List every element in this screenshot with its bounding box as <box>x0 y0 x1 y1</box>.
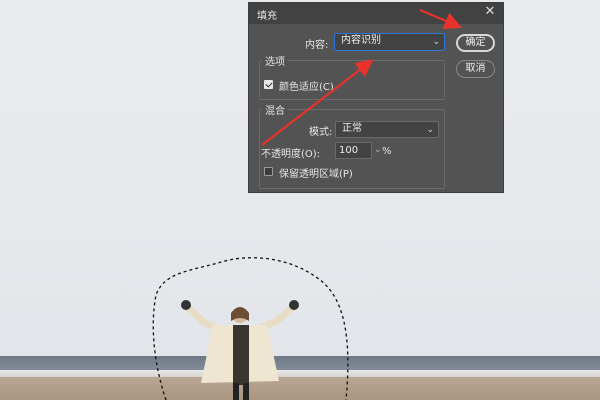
color-adapt-label[interactable]: 颜色适应(C) <box>279 78 334 93</box>
content-select-value: 内容识别 <box>341 35 381 46</box>
fill-dialog: 填充 ✕ 内容: 内容识别 ⌄ 选项 颜色适应(C) 混合 模式: 正常 ⌄ 不… <box>248 2 504 193</box>
ok-button[interactable]: 确定 <box>456 34 495 52</box>
mode-select[interactable]: 正常 ⌄ <box>335 121 439 138</box>
opacity-label: 不透明度(O): <box>261 149 321 160</box>
chevron-down-icon: ⌄ <box>432 37 440 47</box>
dialog-titlebar: 填充 ✕ <box>249 3 503 24</box>
opacity-unit: % <box>382 146 392 157</box>
lasso-selection <box>152 257 349 400</box>
opacity-input[interactable]: 100 <box>335 142 372 159</box>
close-icon[interactable]: ✕ <box>483 5 497 19</box>
mode-select-value: 正常 <box>342 123 362 134</box>
preserve-transparency-checkbox[interactable] <box>264 167 273 176</box>
chevron-down-icon[interactable]: ⌄ <box>374 145 382 155</box>
preserve-transparency-label[interactable]: 保留透明区域(P) <box>279 165 353 180</box>
cancel-button[interactable]: 取消 <box>456 60 495 78</box>
mode-label: 模式: <box>309 127 333 138</box>
blend-group-title: 混合 <box>262 102 288 117</box>
color-adapt-checkbox[interactable] <box>264 80 273 89</box>
content-select[interactable]: 内容识别 ⌄ <box>334 33 445 51</box>
content-label: 内容: <box>305 40 329 51</box>
options-group-title: 选项 <box>262 53 288 68</box>
chevron-down-icon: ⌄ <box>426 125 434 135</box>
dialog-title: 填充 <box>257 11 277 22</box>
